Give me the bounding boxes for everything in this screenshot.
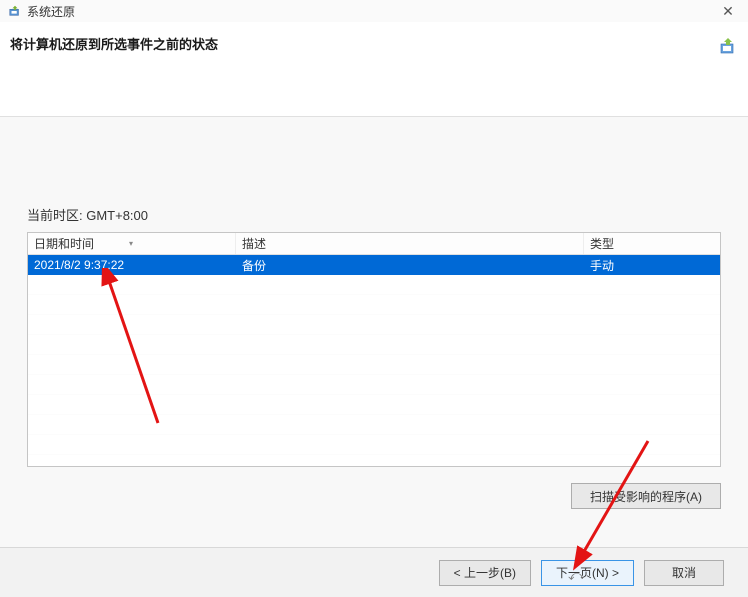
column-header-description[interactable]: 描述: [236, 233, 584, 254]
header-instruction-text: 将计算机还原到所选事件之前的状态: [10, 34, 218, 53]
column-header-type-label: 类型: [590, 235, 614, 252]
table-header-row: 日期和时间 ▾ 描述 类型: [28, 233, 720, 255]
table-empty-area: [28, 275, 720, 466]
table-row[interactable]: 2021/8/2 9:37:22 备份 手动: [28, 255, 720, 275]
column-header-type[interactable]: 类型: [584, 233, 720, 254]
close-button[interactable]: ✕: [716, 2, 740, 20]
scan-button-row: 扫描受影响的程序(A): [27, 483, 721, 509]
restore-header-icon: [718, 36, 738, 56]
window-title: 系统还原: [27, 3, 716, 20]
cell-description: 备份: [236, 257, 584, 274]
next-button[interactable]: 下一页(N) >: [541, 560, 634, 586]
titlebar: 系统还原 ✕: [0, 0, 748, 22]
column-header-datetime-label: 日期和时间: [34, 235, 94, 252]
column-header-datetime[interactable]: 日期和时间 ▾: [28, 233, 236, 254]
back-button[interactable]: < 上一步(B): [439, 560, 531, 586]
cell-datetime: 2021/8/2 9:37:22: [28, 258, 236, 272]
dialog-header: 将计算机还原到所选事件之前的状态: [0, 22, 748, 117]
cancel-button[interactable]: 取消: [644, 560, 724, 586]
restore-points-table: 日期和时间 ▾ 描述 类型 2021/8/2 9:37:22 备份 手动: [27, 232, 721, 467]
cell-type: 手动: [584, 257, 720, 274]
footer-bar: < 上一步(B) 下一页(N) > 取消: [0, 547, 748, 597]
timezone-label: 当前时区: GMT+8:00: [27, 205, 721, 224]
scan-affected-programs-button[interactable]: 扫描受影响的程序(A): [571, 483, 721, 509]
system-restore-icon: [8, 4, 22, 18]
column-header-description-label: 描述: [242, 235, 266, 252]
sort-indicator-icon: ▾: [129, 239, 133, 248]
content-area: 当前时区: GMT+8:00 日期和时间 ▾ 描述 类型 2021/8/2 9:…: [0, 117, 748, 509]
